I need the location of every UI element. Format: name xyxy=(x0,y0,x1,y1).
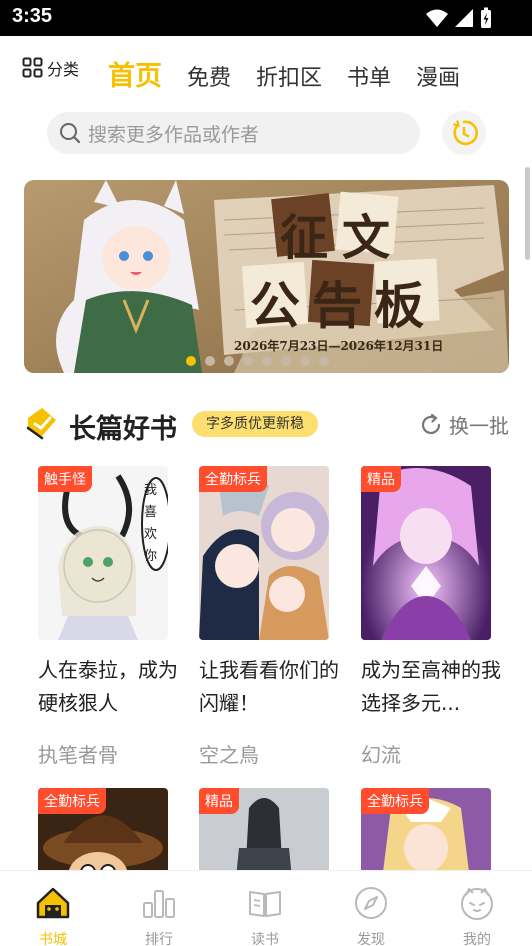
tab-discover[interactable]: 发现 xyxy=(331,871,411,946)
book-card[interactable]: 全勤标兵 xyxy=(38,788,168,870)
tab-label: 我的 xyxy=(463,932,491,946)
book-cover: 精品 xyxy=(361,466,491,640)
tab-label: 排行 xyxy=(145,932,173,946)
tab-label: 书城 xyxy=(39,932,67,946)
book-badge: 触手怪 xyxy=(38,466,92,492)
book-section-icon xyxy=(26,408,56,440)
category-label: 分类 xyxy=(47,60,80,79)
speech-bubble: 我喜欢你 xyxy=(144,483,158,564)
banner-dot[interactable] xyxy=(243,356,253,366)
section-tag: 字多质优更新稳 xyxy=(192,411,318,437)
book-card[interactable]: 全勤标兵 让我看看你们的闪耀！ 空之鳥 xyxy=(199,466,339,786)
book-author: 空之鳥 xyxy=(199,743,259,767)
banner-dot[interactable] xyxy=(205,356,215,366)
wifi-icon xyxy=(426,9,448,27)
open-book-icon xyxy=(249,891,281,917)
tab-label: 发现 xyxy=(357,932,385,946)
section-header: 长篇好书 字多质优更新稳 换一批 xyxy=(24,404,509,445)
status-icons xyxy=(426,7,492,29)
tab-comics[interactable]: 漫画 xyxy=(416,60,460,92)
book-cover: 全勤标兵 xyxy=(38,788,168,870)
cat-face-icon xyxy=(461,888,493,920)
refresh-label: 换一批 xyxy=(449,414,509,438)
banner-dot[interactable] xyxy=(262,356,272,366)
banner-pagination xyxy=(186,356,329,366)
banner-dot[interactable] xyxy=(186,356,196,366)
banner-date: 2026年7月23日—2026年12月31日 xyxy=(234,339,444,353)
nav-tabs: 首页 免费 折扣区 书单 漫画 xyxy=(108,54,485,93)
timer-icon xyxy=(453,120,478,146)
book-badge: 全勤标兵 xyxy=(38,788,106,814)
book-card[interactable]: 我喜欢你 触手怪 人在泰拉，成为硬核狠人 执笔者骨 xyxy=(38,466,178,786)
promo-banner[interactable]: 征文 公告板 2026年7月23日—2026年12月31日 xyxy=(24,180,509,373)
tab-ranking[interactable]: 排行 xyxy=(119,871,199,946)
tab-profile[interactable]: 我的 xyxy=(437,871,517,946)
tab-label: 读书 xyxy=(251,932,279,946)
timer-button[interactable] xyxy=(442,111,486,155)
book-card[interactable]: 精品 成为至高神的我选择多元... 幻流 xyxy=(361,466,501,786)
book-card[interactable]: 全勤标兵 xyxy=(361,788,491,870)
refresh-button[interactable]: 换一批 xyxy=(419,410,509,439)
refresh-icon xyxy=(421,413,441,434)
book-badge: 全勤标兵 xyxy=(199,466,267,492)
bottom-tab-bar: 书城 排行 读书 发现 我的 xyxy=(0,870,532,946)
book-cover: 全勤标兵 xyxy=(361,788,491,870)
category-button[interactable]: 分类 xyxy=(22,56,79,80)
status-time: 3:35 xyxy=(12,5,53,27)
top-nav: 分类 首页 免费 折扣区 书单 漫画 xyxy=(0,50,532,100)
banner-dot[interactable] xyxy=(319,356,329,366)
book-cover: 我喜欢你 触手怪 xyxy=(38,466,168,640)
search-input[interactable]: 搜索更多作品或作者 xyxy=(47,112,420,154)
compass-icon xyxy=(355,887,387,919)
book-cover: 精品 xyxy=(199,788,329,870)
book-title: 让我看看你们的闪耀！ xyxy=(199,658,339,715)
battery-icon xyxy=(481,7,491,28)
book-author: 执笔者骨 xyxy=(38,743,118,767)
bookstore-icon xyxy=(36,887,70,919)
book-badge: 精品 xyxy=(361,466,401,492)
book-title: 成为至高神的我选择多元... xyxy=(361,658,501,715)
book-badge: 全勤标兵 xyxy=(361,788,429,814)
book-badge: 精品 xyxy=(199,788,239,814)
section-title: 长篇好书 xyxy=(69,414,177,445)
tab-discount[interactable]: 折扣区 xyxy=(256,60,322,92)
search-icon xyxy=(60,123,81,144)
status-bar: 3:35 xyxy=(0,0,532,36)
banner-title-line2: 公告板 xyxy=(250,276,436,335)
tab-booklist[interactable]: 书单 xyxy=(347,60,391,92)
tab-bookstore[interactable]: 书城 xyxy=(13,871,93,946)
scrollbar[interactable] xyxy=(525,167,530,260)
tab-home[interactable]: 首页 xyxy=(108,54,162,93)
book-author: 幻流 xyxy=(361,743,401,767)
bar-chart-icon xyxy=(143,890,175,918)
tab-free[interactable]: 免费 xyxy=(187,60,231,92)
grid-icon xyxy=(22,57,43,78)
search-placeholder: 搜索更多作品或作者 xyxy=(88,123,260,146)
banner-dot[interactable] xyxy=(224,356,234,366)
signal-icon xyxy=(455,9,473,27)
banner-dot[interactable] xyxy=(300,356,310,366)
banner-title-line1: 征文 xyxy=(280,210,405,266)
banner-dot[interactable] xyxy=(281,356,291,366)
book-cover: 全勤标兵 xyxy=(199,466,329,640)
book-title: 人在泰拉，成为硬核狠人 xyxy=(38,658,178,715)
tab-reading[interactable]: 读书 xyxy=(225,871,305,946)
book-card[interactable]: 精品 xyxy=(199,788,329,870)
